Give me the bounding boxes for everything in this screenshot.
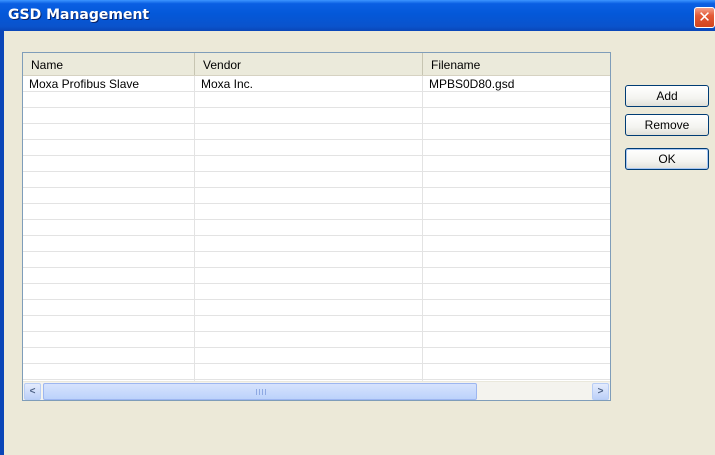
- column-header-name[interactable]: Name: [23, 53, 195, 75]
- empty-row: [23, 284, 610, 300]
- empty-row: [23, 332, 610, 348]
- column-divider: [422, 76, 423, 381]
- empty-row: [23, 172, 610, 188]
- cell-name: Moxa Profibus Slave: [29, 77, 140, 91]
- gsd-list-view[interactable]: Name Vendor Filename Moxa Profibus Slave…: [22, 52, 611, 401]
- empty-row: [23, 124, 610, 140]
- empty-row: [23, 252, 610, 268]
- column-header-filename[interactable]: Filename: [423, 53, 610, 75]
- empty-row: [23, 204, 610, 220]
- empty-row: [23, 220, 610, 236]
- scroll-left-arrow-icon[interactable]: <: [24, 383, 41, 400]
- grip-icon: [256, 389, 266, 395]
- scroll-right-arrow-icon[interactable]: >: [592, 383, 609, 400]
- empty-row: [23, 140, 610, 156]
- gsd-management-dialog: GSD Management ✕ Name Vendor Filename Mo…: [0, 0, 715, 455]
- table-row[interactable]: Moxa Profibus Slave Moxa Inc. MPBS0D80.g…: [23, 76, 610, 92]
- cell-vendor: Moxa Inc.: [201, 77, 254, 91]
- remove-button[interactable]: Remove: [625, 114, 709, 136]
- empty-row: [23, 188, 610, 204]
- close-icon: ✕: [698, 8, 711, 26]
- empty-row: [23, 236, 610, 252]
- empty-row: [23, 92, 610, 108]
- window-border: [0, 31, 4, 455]
- cell-filename: MPBS0D80.gsd: [429, 77, 515, 91]
- empty-row: [23, 108, 610, 124]
- column-header-vendor[interactable]: Vendor: [195, 53, 423, 75]
- add-button[interactable]: Add: [625, 85, 709, 107]
- empty-row: [23, 156, 610, 172]
- empty-row: [23, 316, 610, 332]
- scroll-thumb[interactable]: [43, 383, 477, 400]
- empty-row: [23, 300, 610, 316]
- empty-row: [23, 348, 610, 364]
- column-divider: [194, 76, 195, 381]
- list-header: Name Vendor Filename: [23, 53, 610, 76]
- title-bar[interactable]: GSD Management ✕: [0, 0, 715, 31]
- horizontal-scrollbar[interactable]: < >: [23, 381, 610, 400]
- close-button[interactable]: ✕: [694, 7, 715, 28]
- window-title: GSD Management: [8, 7, 150, 23]
- empty-row: [23, 268, 610, 284]
- ok-button[interactable]: OK: [625, 148, 709, 170]
- empty-row: [23, 364, 610, 380]
